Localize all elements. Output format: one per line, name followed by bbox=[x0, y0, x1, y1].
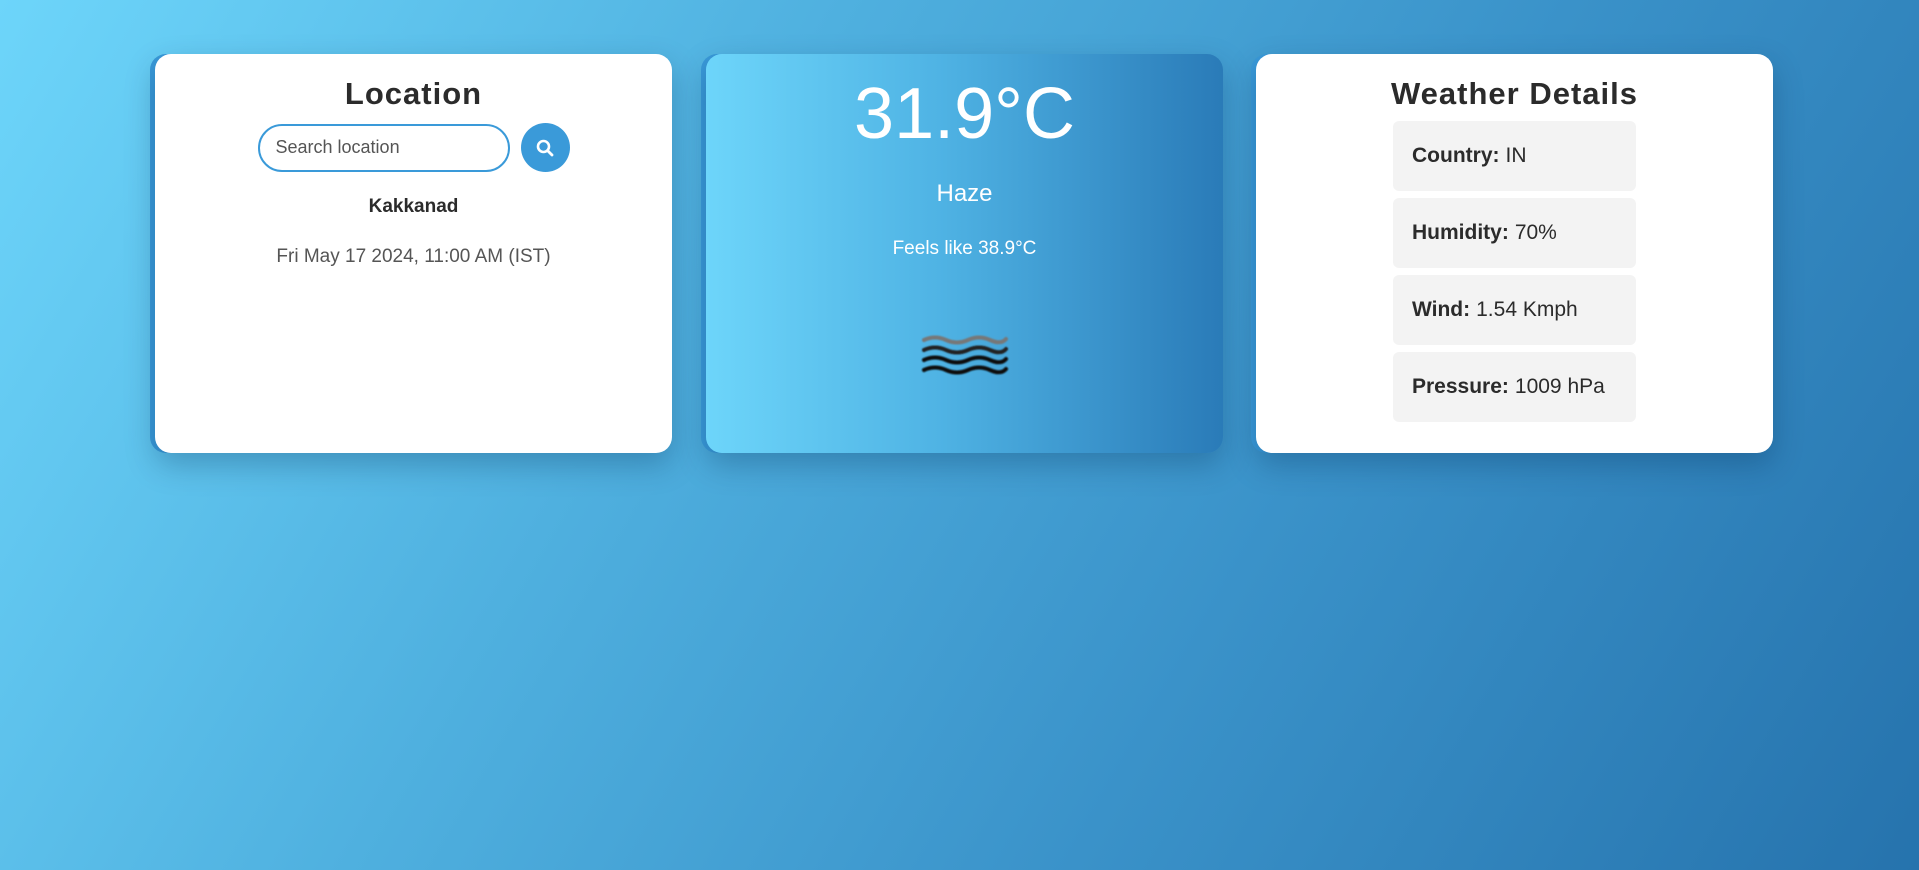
detail-value: 1009 hPa bbox=[1514, 375, 1605, 399]
haze-icon bbox=[706, 332, 1223, 378]
details-list: Country: IN Humidity: 70% Wind: 1.54 Kmp… bbox=[1393, 121, 1636, 423]
search-button[interactable] bbox=[520, 123, 570, 173]
detail-label: Wind: bbox=[1412, 298, 1471, 322]
detail-value: IN bbox=[1505, 144, 1527, 168]
location-title: Location bbox=[344, 76, 483, 111]
detail-label: Country: bbox=[1412, 144, 1500, 168]
detail-label: Humidity: bbox=[1412, 221, 1509, 245]
detail-pressure: Pressure: 1009 hPa bbox=[1393, 352, 1636, 423]
feels-like: Feels like 38.9°C bbox=[892, 238, 1037, 259]
detail-value: 70% bbox=[1514, 221, 1557, 245]
detail-value: 1.54 Kmph bbox=[1476, 298, 1578, 322]
location-card: Location Kakkanad Fri May 17 2024, 11:00… bbox=[155, 54, 672, 453]
temperature: 31.9°C bbox=[854, 74, 1075, 154]
current-weather-card: 31.9°C Haze Feels like 38.9°C bbox=[706, 54, 1223, 453]
search-row bbox=[155, 123, 672, 173]
detail-humidity: Humidity: 70% bbox=[1393, 198, 1636, 269]
detail-wind: Wind: 1.54 Kmph bbox=[1393, 275, 1636, 346]
search-icon bbox=[535, 138, 555, 158]
city-name: Kakkanad bbox=[368, 196, 459, 218]
details-title: Weather Details bbox=[1390, 76, 1638, 111]
detail-label: Pressure: bbox=[1412, 375, 1509, 399]
search-input[interactable] bbox=[257, 123, 510, 172]
weather-details-card: Weather Details Country: IN Humidity: 70… bbox=[1256, 54, 1773, 453]
detail-country: Country: IN bbox=[1393, 121, 1636, 192]
weather-condition: Haze bbox=[936, 180, 993, 207]
date-time: Fri May 17 2024, 11:00 AM (IST) bbox=[276, 246, 551, 268]
